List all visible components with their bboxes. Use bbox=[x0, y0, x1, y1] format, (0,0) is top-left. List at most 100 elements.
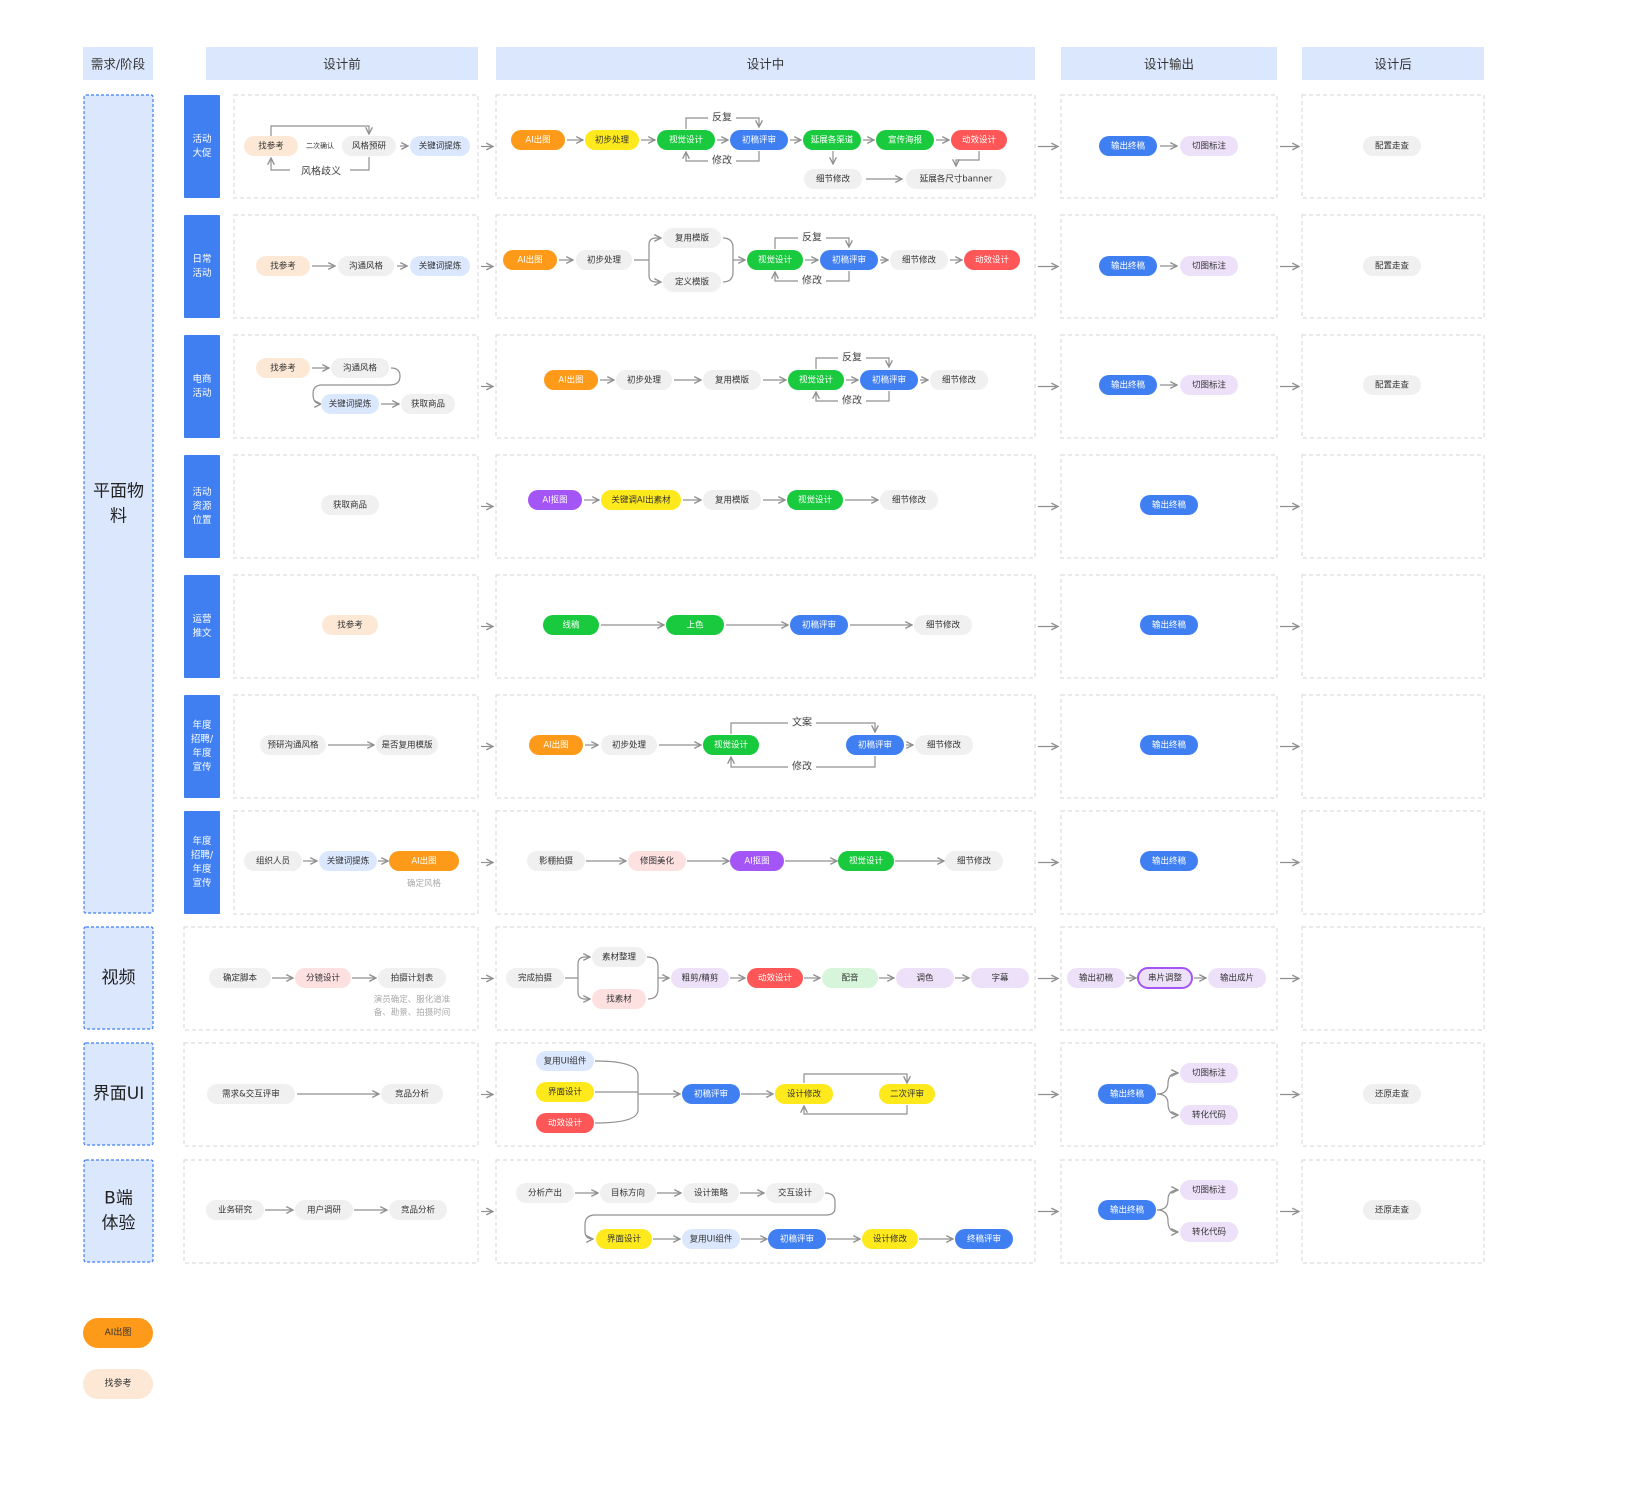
step-node[interactable]: AI出图 bbox=[529, 735, 583, 755]
step-node[interactable]: 初稿评审 bbox=[790, 615, 848, 635]
step-node[interactable]: 获取商品 bbox=[321, 495, 379, 515]
step-node[interactable]: 输出终稿 bbox=[1098, 1200, 1156, 1220]
step-node[interactable]: 关键词提炼 bbox=[410, 256, 470, 276]
step-node[interactable]: 影棚拍摄 bbox=[527, 851, 585, 871]
step-node[interactable]: 关键词提炼 bbox=[319, 851, 377, 871]
step-node[interactable]: 字幕 bbox=[971, 968, 1029, 988]
step-node[interactable]: 输出终稿 bbox=[1098, 1084, 1156, 1104]
step-node[interactable]: 获取商品 bbox=[401, 394, 455, 414]
step-node[interactable]: 复用UI组件 bbox=[682, 1229, 740, 1249]
step-node[interactable]: 输出终稿 bbox=[1099, 256, 1157, 276]
step-node[interactable]: 关键调AI出素材 bbox=[601, 490, 681, 510]
step-node[interactable]: 切图标注 bbox=[1180, 256, 1238, 276]
step-node[interactable]: 风格预研 bbox=[342, 136, 396, 156]
step-node[interactable]: 设计修改 bbox=[775, 1084, 833, 1104]
step-node[interactable]: 输出初稿 bbox=[1067, 968, 1125, 988]
step-node[interactable]: 复用模版 bbox=[663, 228, 721, 248]
step-node[interactable]: 还原走查 bbox=[1363, 1200, 1421, 1220]
step-node[interactable]: AI出图 bbox=[544, 370, 598, 390]
step-node[interactable]: 切图标注 bbox=[1180, 136, 1238, 156]
step-node[interactable]: 竞品分析 bbox=[389, 1200, 447, 1220]
step-node[interactable]: 初稿评审 bbox=[860, 370, 918, 390]
step-node[interactable]: 延展各渠道 bbox=[803, 130, 861, 150]
step-node[interactable]: 关键词提炼 bbox=[410, 136, 470, 156]
step-node[interactable]: 调色 bbox=[896, 968, 954, 988]
step-node[interactable]: 竞品分析 bbox=[381, 1084, 443, 1104]
step-node[interactable]: 输出终稿 bbox=[1140, 615, 1198, 635]
step-node[interactable]: 串片调整 bbox=[1137, 967, 1193, 989]
step-node[interactable]: 拍摄计划表 bbox=[378, 968, 446, 988]
step-node[interactable]: 细节修改 bbox=[914, 615, 972, 635]
step-node[interactable]: 交互设计 bbox=[766, 1183, 824, 1203]
step-node[interactable]: 粗剪/精剪 bbox=[671, 968, 729, 988]
step-node[interactable]: 修图美化 bbox=[628, 851, 686, 871]
step-node[interactable]: 视觉设计 bbox=[787, 490, 843, 510]
step-node[interactable]: 确定脚本 bbox=[209, 968, 271, 988]
step-node[interactable]: 动效设计 bbox=[951, 130, 1007, 150]
step-node[interactable]: 界面设计 bbox=[536, 1082, 594, 1102]
step-node[interactable]: 视觉设计 bbox=[788, 370, 844, 390]
step-node[interactable]: 配置走查 bbox=[1363, 256, 1421, 276]
step-node[interactable]: 输出终稿 bbox=[1140, 495, 1198, 515]
step-node[interactable]: 动效设计 bbox=[964, 250, 1020, 270]
step-node[interactable]: 分镜设计 bbox=[295, 968, 351, 988]
step-node[interactable]: 初步处理 bbox=[616, 370, 672, 390]
step-node[interactable]: AI出图 bbox=[389, 851, 459, 871]
step-node[interactable]: 延展各尺寸banner bbox=[906, 169, 1006, 189]
step-node[interactable]: 动效设计 bbox=[536, 1113, 594, 1133]
step-node[interactable]: 业务研究 bbox=[206, 1200, 264, 1220]
step-node[interactable]: 转化代码 bbox=[1180, 1222, 1238, 1242]
step-node[interactable]: 视觉设计 bbox=[703, 735, 759, 755]
step-node[interactable]: 切图标注 bbox=[1180, 375, 1238, 395]
step-node[interactable]: 二次评审 bbox=[879, 1084, 935, 1104]
step-node[interactable]: 设计修改 bbox=[862, 1229, 918, 1249]
step-node[interactable]: 初稿评审 bbox=[820, 250, 878, 270]
step-node[interactable]: 视觉设计 bbox=[838, 851, 894, 871]
step-node[interactable]: 细节修改 bbox=[890, 250, 948, 270]
step-node[interactable]: 找参考 bbox=[322, 615, 378, 635]
step-node[interactable]: 输出终稿 bbox=[1099, 375, 1157, 395]
step-node[interactable]: 输出终稿 bbox=[1140, 851, 1198, 871]
step-node[interactable]: 终稿评审 bbox=[955, 1229, 1013, 1249]
step-node[interactable]: 初稿评审 bbox=[768, 1229, 826, 1249]
step-node[interactable]: 视觉设计 bbox=[657, 130, 715, 150]
step-node[interactable]: 初步处理 bbox=[576, 250, 632, 270]
step-node[interactable]: 沟通风格 bbox=[331, 358, 389, 378]
step-node[interactable]: 线稿 bbox=[543, 615, 599, 635]
step-node[interactable]: 输出终稿 bbox=[1140, 735, 1198, 755]
step-node[interactable]: 初稿评审 bbox=[682, 1084, 740, 1104]
step-node[interactable]: 配置走查 bbox=[1363, 375, 1421, 395]
step-node[interactable]: 动效设计 bbox=[747, 968, 803, 988]
step-node[interactable]: 沟通风格 bbox=[338, 256, 394, 276]
step-node[interactable]: 找参考 bbox=[256, 256, 310, 276]
step-node[interactable]: 配置走查 bbox=[1363, 136, 1421, 156]
step-node[interactable]: AI出图 bbox=[503, 250, 557, 270]
step-node[interactable]: AI出图 bbox=[511, 130, 565, 150]
step-node[interactable]: 切图标注 bbox=[1180, 1180, 1238, 1200]
step-node[interactable]: 预研沟通风格 bbox=[260, 735, 326, 755]
step-node[interactable]: 复用UI组件 bbox=[536, 1051, 594, 1071]
step-node[interactable]: 分析产出 bbox=[516, 1183, 574, 1203]
step-node[interactable]: 素材整理 bbox=[592, 947, 646, 967]
step-node[interactable]: 细节修改 bbox=[915, 735, 973, 755]
step-node[interactable]: 初步处理 bbox=[601, 735, 657, 755]
step-node[interactable]: 细节修改 bbox=[930, 370, 988, 390]
step-node[interactable]: 切图标注 bbox=[1180, 1063, 1238, 1083]
step-node[interactable]: 配音 bbox=[822, 968, 878, 988]
step-node[interactable]: 上色 bbox=[666, 615, 724, 635]
step-node[interactable]: 初稿评审 bbox=[730, 130, 788, 150]
step-node[interactable]: 初步处理 bbox=[585, 130, 639, 150]
step-node[interactable]: 复用模版 bbox=[703, 490, 761, 510]
step-node[interactable]: 细节修改 bbox=[945, 851, 1003, 871]
step-node[interactable]: 转化代码 bbox=[1180, 1105, 1238, 1125]
step-node[interactable]: 细节修改 bbox=[880, 490, 938, 510]
step-node[interactable]: 关键词提炼 bbox=[321, 394, 379, 414]
step-node[interactable]: 设计策略 bbox=[683, 1183, 739, 1203]
step-node[interactable]: 复用模版 bbox=[703, 370, 761, 390]
step-node[interactable]: 用户调研 bbox=[295, 1200, 353, 1220]
step-node[interactable]: 定义模版 bbox=[663, 272, 721, 292]
step-node[interactable]: 需求&交互评审 bbox=[207, 1084, 295, 1104]
step-node[interactable]: 完成拍摄 bbox=[506, 968, 564, 988]
step-node[interactable]: 还原走查 bbox=[1363, 1084, 1421, 1104]
step-node[interactable]: 初稿评审 bbox=[846, 735, 904, 755]
